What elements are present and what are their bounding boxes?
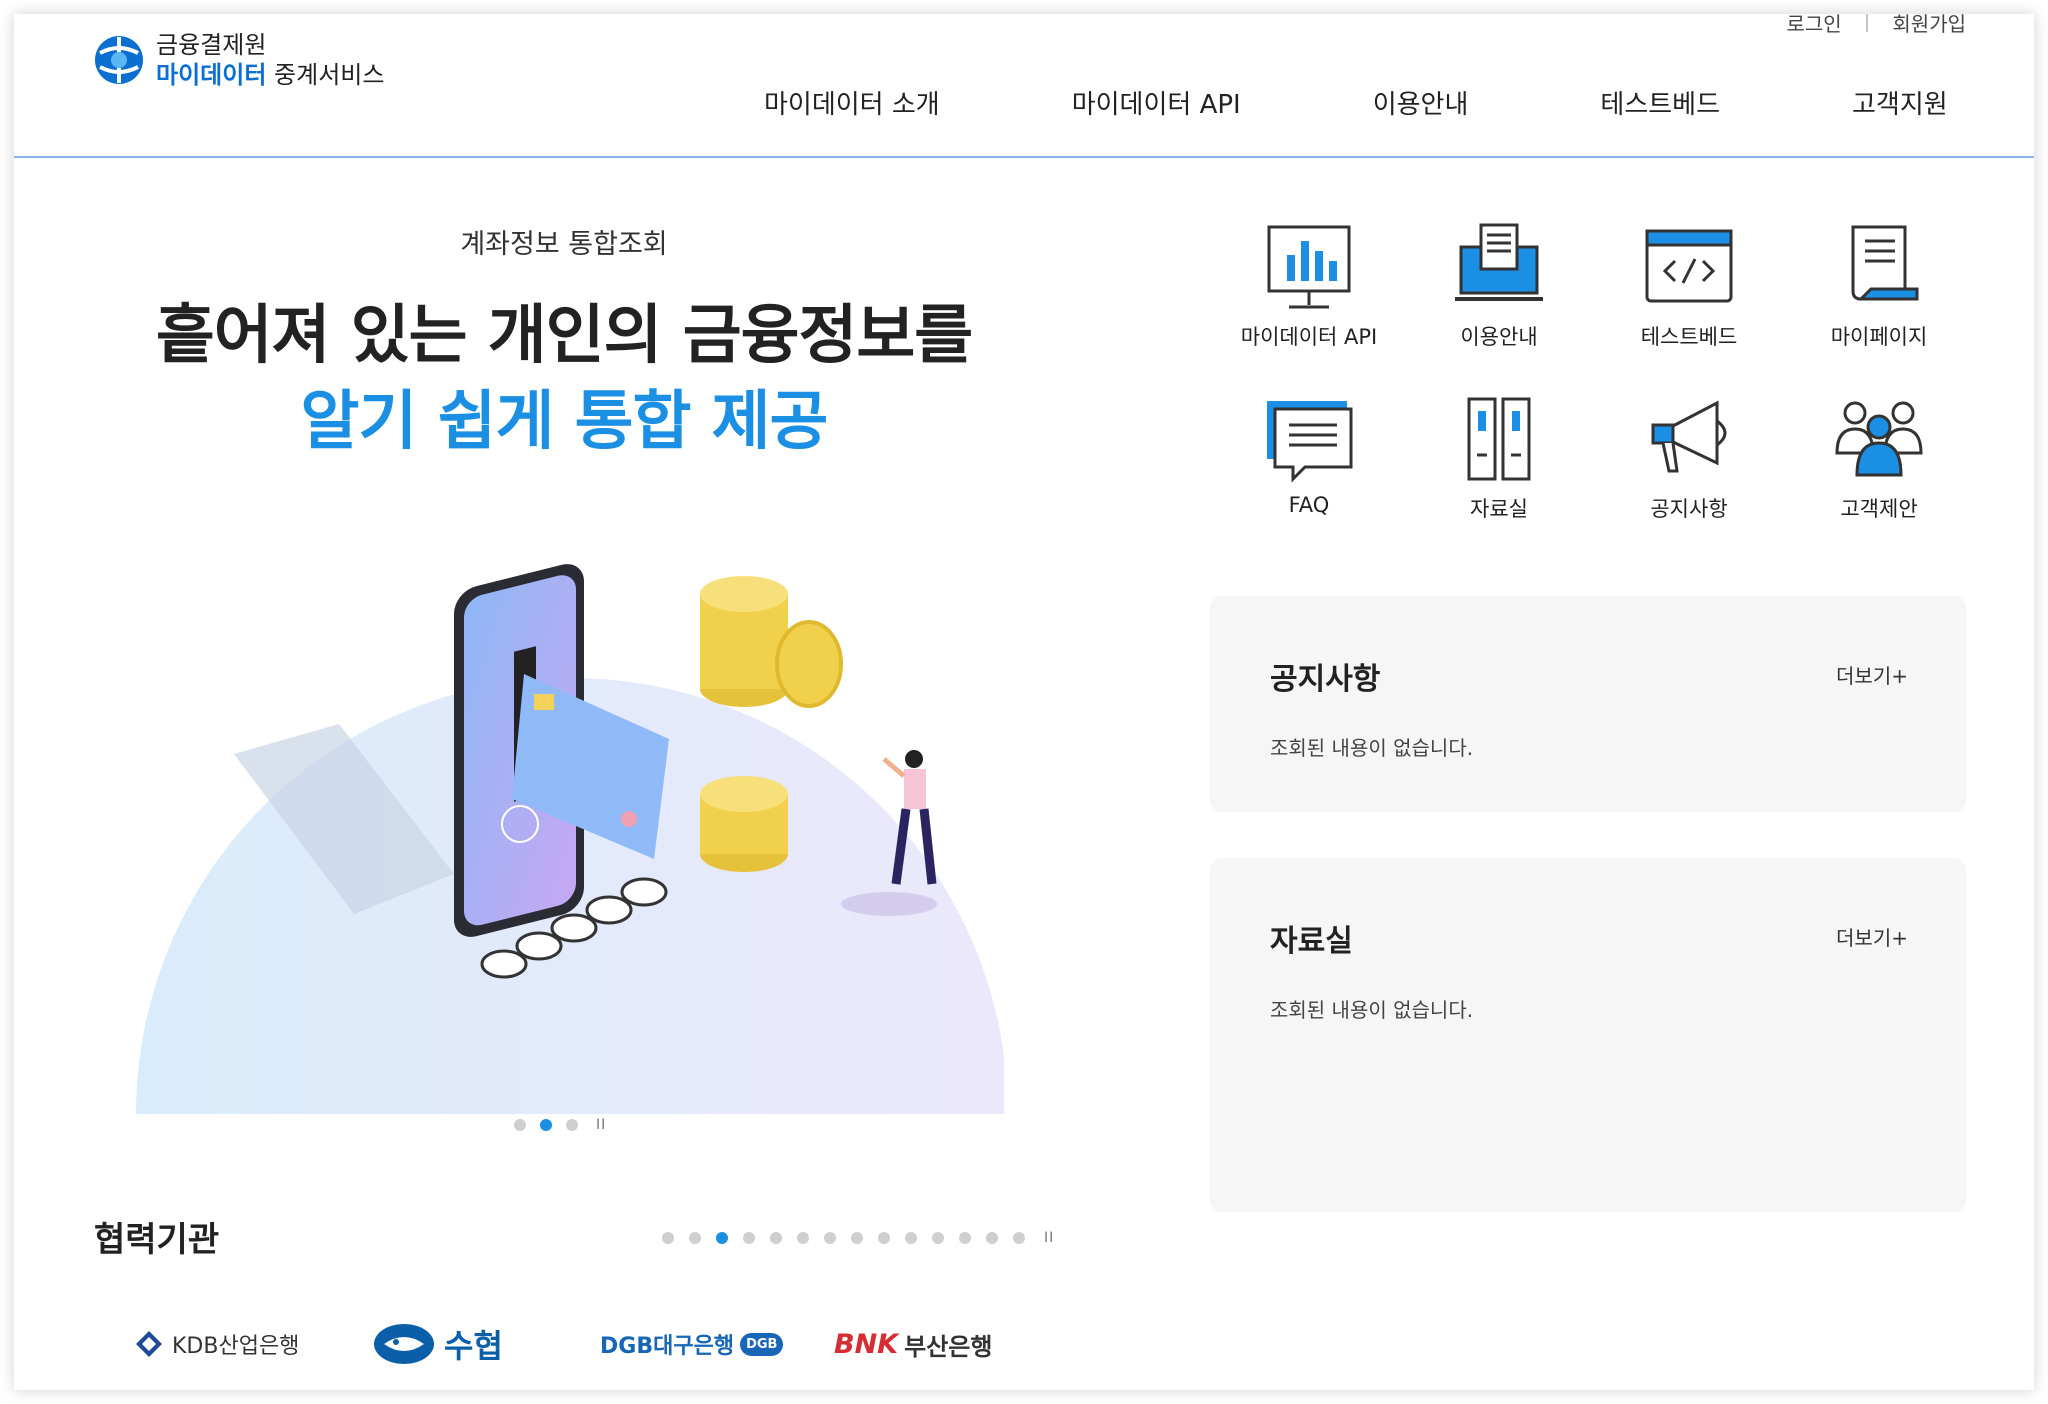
partner-dot-8[interactable] xyxy=(851,1232,863,1244)
monitor-chart-icon xyxy=(1267,225,1351,309)
quick-menu-label: 자료실 xyxy=(1470,497,1528,521)
quick-menu-label: 이용안내 xyxy=(1460,325,1538,349)
dgb-bank-name: DGB대구은행 xyxy=(600,1334,735,1359)
slider-pause-button[interactable]: II xyxy=(596,1117,606,1133)
logo-org-name: 금융결제원 xyxy=(156,31,267,59)
partner-dot-11[interactable] xyxy=(932,1232,944,1244)
slide-dot-2[interactable] xyxy=(540,1119,552,1131)
kdb-bank-name: KDB산업은행 xyxy=(172,1334,300,1359)
quick-menu-guide[interactable]: 이용안내 xyxy=(1404,219,1594,351)
hero-slider-dots: II xyxy=(514,1117,606,1133)
notice-title: 공지사항 xyxy=(1270,662,1381,697)
nav-mydata-intro[interactable]: 마이데이터 소개 xyxy=(764,84,940,121)
quick-menu-label: 마이페이지 xyxy=(1830,325,1928,349)
slide-dot-3[interactable] xyxy=(566,1119,578,1131)
divider: | xyxy=(1863,14,1871,32)
suhyup-fish-mark-icon xyxy=(374,1324,434,1364)
slide-dot-1[interactable] xyxy=(514,1119,526,1131)
quick-menu: 마이데이터 API 이용안내 테스트베드 마이페이지 FAQ 자료실 공지사항 … xyxy=(1214,219,2014,539)
quick-menu-archive[interactable]: 자료실 xyxy=(1404,391,1594,523)
code-window-icon xyxy=(1645,229,1733,303)
quick-menu-label: 공지사항 xyxy=(1650,497,1728,521)
site-header: 금융결제원 마이데이터 중계서비스 로그인 | 회원가입 마이데이터 소개 마이… xyxy=(14,14,2034,158)
signup-link[interactable]: 회원가입 xyxy=(1892,14,1966,37)
page-frame: 금융결제원 마이데이터 중계서비스 로그인 | 회원가입 마이데이터 소개 마이… xyxy=(14,14,2034,1390)
hero-title-line2: 알기 쉽게 통합 제공 xyxy=(300,385,829,459)
quick-menu-mydata-api[interactable]: 마이데이터 API xyxy=(1214,219,1404,351)
people-group-icon xyxy=(1835,401,1923,477)
dgb-bank-logo[interactable]: DGB대구은행 DGB xyxy=(600,1314,784,1374)
chat-bubble-icon xyxy=(1267,401,1353,483)
quick-menu-mypage[interactable]: 마이페이지 xyxy=(1784,219,1974,351)
utility-links: 로그인 | 회원가입 xyxy=(1786,14,1966,37)
archive-empty-message: 조회된 내용이 없습니다. xyxy=(1270,998,1474,1022)
kdb-bank-logo[interactable]: KDB산업은행 xyxy=(132,1314,299,1374)
partner-dot-3[interactable] xyxy=(716,1232,728,1244)
hero-title-line1: 흩어져 있는 개인의 금융정보를 xyxy=(155,299,973,373)
hero-subtitle: 계좌정보 통합조회 xyxy=(460,229,668,260)
logo-service: 중계서비스 xyxy=(274,61,385,89)
login-link[interactable]: 로그인 xyxy=(1786,14,1841,37)
nav-testbed[interactable]: 테스트베드 xyxy=(1600,84,1720,121)
quick-menu-faq[interactable]: FAQ xyxy=(1214,391,1404,517)
quick-menu-label: 고객제안 xyxy=(1840,497,1918,521)
laptop-document-icon xyxy=(1455,223,1543,301)
partners-title: 협력기관 xyxy=(94,1220,220,1260)
site-logo[interactable]: 금융결제원 마이데이터 중계서비스 xyxy=(92,30,384,90)
partner-dot-7[interactable] xyxy=(824,1232,836,1244)
busan-bank-logo[interactable]: BNK 부산은행 xyxy=(834,1314,992,1374)
dgb-badge-icon: DGB xyxy=(740,1332,784,1356)
kdb-mark-icon xyxy=(136,1331,162,1357)
quick-menu-label: 테스트베드 xyxy=(1640,325,1738,349)
busan-bank-name: 부산은행 xyxy=(904,1332,993,1361)
partner-dot-4[interactable] xyxy=(743,1232,755,1244)
partners-slider-dots: II xyxy=(662,1230,1054,1246)
bnk-mark: BNK xyxy=(834,1328,899,1360)
notice-more-link[interactable]: 더보기+ xyxy=(1836,660,1908,689)
notice-empty-message: 조회된 내용이 없습니다. xyxy=(1270,736,1474,760)
partners-pause-button[interactable]: II xyxy=(1044,1230,1054,1246)
partner-dot-6[interactable] xyxy=(797,1232,809,1244)
partner-dot-9[interactable] xyxy=(878,1232,890,1244)
archive-title: 자료실 xyxy=(1270,924,1353,959)
hero-illustration xyxy=(136,564,1004,1114)
partner-dot-12[interactable] xyxy=(959,1232,971,1244)
quick-menu-testbed[interactable]: 테스트베드 xyxy=(1594,219,1784,351)
suhyup-bank-logo[interactable]: 수협 xyxy=(372,1314,503,1374)
partner-logos: KDB산업은행 수협 DGB대구은행 DGB BNK 부산은행 xyxy=(124,1314,1024,1384)
quick-menu-label: 마이데이터 API xyxy=(1240,325,1378,349)
globe-logo-icon xyxy=(95,36,143,84)
quick-menu-label: FAQ xyxy=(1288,493,1330,517)
partner-dot-2[interactable] xyxy=(689,1232,701,1244)
main-nav: 마이데이터 소개 마이데이터 API 이용안내 테스트베드 고객지원 xyxy=(764,84,1948,121)
megaphone-icon xyxy=(1651,400,1727,473)
notice-board: 공지사항 더보기+ 조회된 내용이 없습니다. xyxy=(1210,596,1966,812)
nav-support[interactable]: 고객지원 xyxy=(1852,84,1948,121)
logo-brand: 마이데이터 xyxy=(156,61,267,89)
nav-guide[interactable]: 이용안내 xyxy=(1373,84,1469,121)
suhyup-bank-name: 수협 xyxy=(444,1327,503,1365)
archive-board: 자료실 더보기+ 조회된 내용이 없습니다. xyxy=(1210,858,1966,1212)
partner-dot-5[interactable] xyxy=(770,1232,782,1244)
partner-dot-10[interactable] xyxy=(905,1232,917,1244)
archive-more-link[interactable]: 더보기+ xyxy=(1836,922,1908,951)
quick-menu-notice[interactable]: 공지사항 xyxy=(1594,391,1784,523)
document-scroll-icon xyxy=(1851,225,1919,301)
partner-dot-1[interactable] xyxy=(662,1232,674,1244)
partner-dot-13[interactable] xyxy=(986,1232,998,1244)
nav-mydata-api[interactable]: 마이데이터 API xyxy=(1072,84,1241,121)
quick-menu-suggestion[interactable]: 고객제안 xyxy=(1784,391,1974,523)
binders-icon xyxy=(1467,397,1531,481)
partner-dot-14[interactable] xyxy=(1013,1232,1025,1244)
